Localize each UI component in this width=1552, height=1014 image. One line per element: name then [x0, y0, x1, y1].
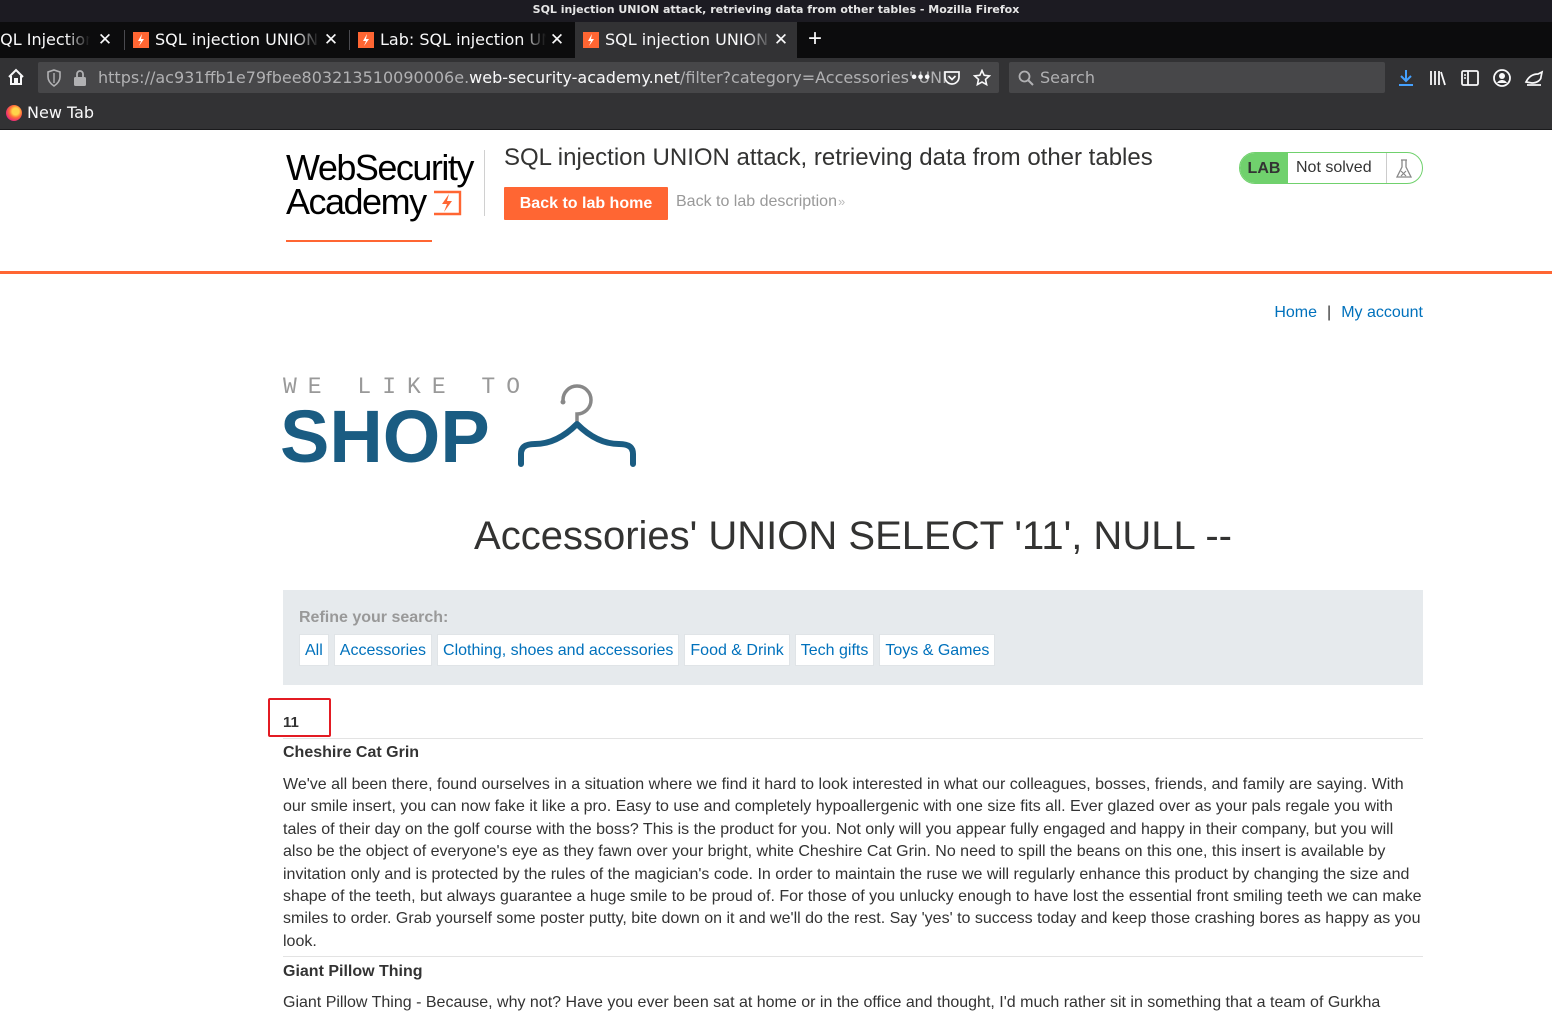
page-actions-icon[interactable]: ••• — [911, 69, 931, 87]
category-heading: Accessories' UNION SELECT '11', NULL -- — [474, 514, 1232, 558]
home-link[interactable]: Home — [1274, 304, 1317, 321]
tab-union-attack-active[interactable]: SQL injection UNION attack ✕ — [575, 22, 797, 58]
url-path: /filter?category=Accessories' UNION SELE… — [679, 68, 948, 87]
academy-header: WebSecurity Academy SQL injection UNION … — [0, 130, 1552, 274]
logo-line-2: Academy — [286, 181, 427, 222]
lab-status-text: Not solved — [1296, 159, 1372, 176]
new-tab-button[interactable]: + — [804, 22, 826, 58]
logo-underline — [286, 240, 432, 242]
header-divider — [484, 150, 485, 216]
back-to-lab-home-button[interactable]: Back to lab home — [504, 187, 668, 220]
bookmark-new-tab[interactable]: New Tab — [6, 98, 94, 128]
category-filter-links: All Accessories Clothing, shoes and acce… — [299, 634, 996, 666]
close-icon[interactable]: ✕ — [96, 22, 114, 58]
url-actions: ••• — [911, 62, 991, 93]
tracking-shield-icon[interactable] — [46, 69, 62, 87]
bolt-icon — [434, 190, 462, 216]
filter-accessories[interactable]: Accessories — [333, 634, 433, 666]
close-icon[interactable]: ✕ — [772, 22, 790, 58]
top-nav: Home | My account — [1274, 304, 1423, 322]
tab-strip: SQL Injection? ✕ SQL injection UNION att… — [0, 22, 1552, 58]
library-icon[interactable] — [1428, 68, 1448, 88]
web-security-academy-logo[interactable]: WebSecurity Academy — [286, 150, 486, 242]
search-icon — [1018, 70, 1034, 86]
hanger-icon — [518, 384, 636, 467]
url-domain: web-security-academy.net — [469, 68, 680, 87]
lab-title: SQL injection UNION attack, retrieving d… — [504, 144, 1153, 171]
filter-tech-gifts[interactable]: Tech gifts — [794, 634, 875, 666]
refine-label: Refine your search: — [299, 609, 449, 626]
filter-all[interactable]: All — [299, 634, 329, 666]
tab-label: SQL Injection? — [0, 22, 90, 58]
product-description: We've all been there, found ourselves in… — [283, 776, 1422, 950]
search-bar[interactable]: Search — [1009, 62, 1385, 93]
toolbar-icons — [1396, 67, 1544, 89]
filter-panel: Refine your search: All Accessories Clot… — [283, 590, 1423, 685]
portswigger-icon — [133, 32, 149, 48]
sidebar-icon[interactable] — [1460, 68, 1480, 88]
window-title: SQL injection UNION attack, retrieving d… — [0, 0, 1552, 22]
bookmarks-toolbar: New Tab — [0, 98, 1552, 130]
nav-separator: | — [1327, 304, 1332, 321]
tab-sql-injection[interactable]: SQL Injection? ✕ — [0, 22, 120, 58]
row-divider — [283, 738, 1423, 739]
navigation-toolbar: https://ac931ffb1e79fbee803213510090006e… — [0, 58, 1552, 98]
product-description: Giant Pillow Thing - Because, why not? H… — [283, 994, 1381, 1011]
portswigger-icon — [583, 32, 599, 48]
product-name: Cheshire Cat Grin — [283, 744, 420, 761]
lab-status-widget: LAB Not solved — [1239, 152, 1423, 184]
close-icon[interactable]: ✕ — [322, 22, 340, 58]
tab-label: SQL injection UNION attack — [155, 22, 319, 58]
double-chevron-icon: » — [837, 194, 846, 209]
lock-icon[interactable] — [72, 69, 88, 87]
bookmark-label: New Tab — [27, 103, 95, 122]
extension-icon[interactable] — [1524, 68, 1544, 88]
row-divider — [283, 956, 1423, 957]
search-placeholder: Search — [1040, 68, 1095, 87]
home-icon[interactable] — [6, 67, 26, 87]
url-prefix: https://ac931ffb1e79fbee803213510090006e… — [98, 68, 470, 87]
tab-label: Lab: SQL injection UNION attack — [380, 22, 546, 58]
filter-toys-games[interactable]: Toys & Games — [879, 634, 996, 666]
link-label: Back to lab description — [676, 193, 837, 210]
shop-logo-word: SHOP — [280, 395, 490, 478]
url-text[interactable]: https://ac931ffb1e79fbee803213510090006e… — [98, 62, 948, 93]
close-icon[interactable]: ✕ — [548, 22, 566, 58]
shop-logo: WE LIKE TO SHOP — [280, 372, 643, 478]
tab-lab-union-attack[interactable]: Lab: SQL injection UNION attack ✕ — [350, 22, 572, 58]
pocket-icon[interactable] — [943, 69, 961, 87]
account-icon[interactable] — [1492, 68, 1512, 88]
status-divider — [1386, 153, 1387, 183]
portswigger-icon — [358, 32, 374, 48]
firefox-icon — [6, 105, 22, 121]
download-icon[interactable] — [1396, 68, 1416, 88]
tab-union-attack-1[interactable]: SQL injection UNION attack ✕ — [125, 22, 345, 58]
flask-icon — [1395, 159, 1413, 178]
back-to-lab-description-link[interactable]: Back to lab description» — [676, 193, 845, 211]
product-name: Giant Pillow Thing — [283, 963, 423, 980]
url-bar[interactable]: https://ac931ffb1e79fbee803213510090006e… — [38, 62, 999, 93]
tab-label: SQL injection UNION attack — [605, 22, 771, 58]
filter-clothing[interactable]: Clothing, shoes and accessories — [437, 634, 680, 666]
injected-result-name: 11 — [283, 714, 299, 731]
bookmark-star-icon[interactable] — [973, 68, 991, 87]
highlight-box — [268, 698, 331, 737]
lab-badge: LAB — [1240, 153, 1288, 183]
filter-food-drink[interactable]: Food & Drink — [684, 634, 790, 666]
my-account-link[interactable]: My account — [1341, 304, 1423, 321]
